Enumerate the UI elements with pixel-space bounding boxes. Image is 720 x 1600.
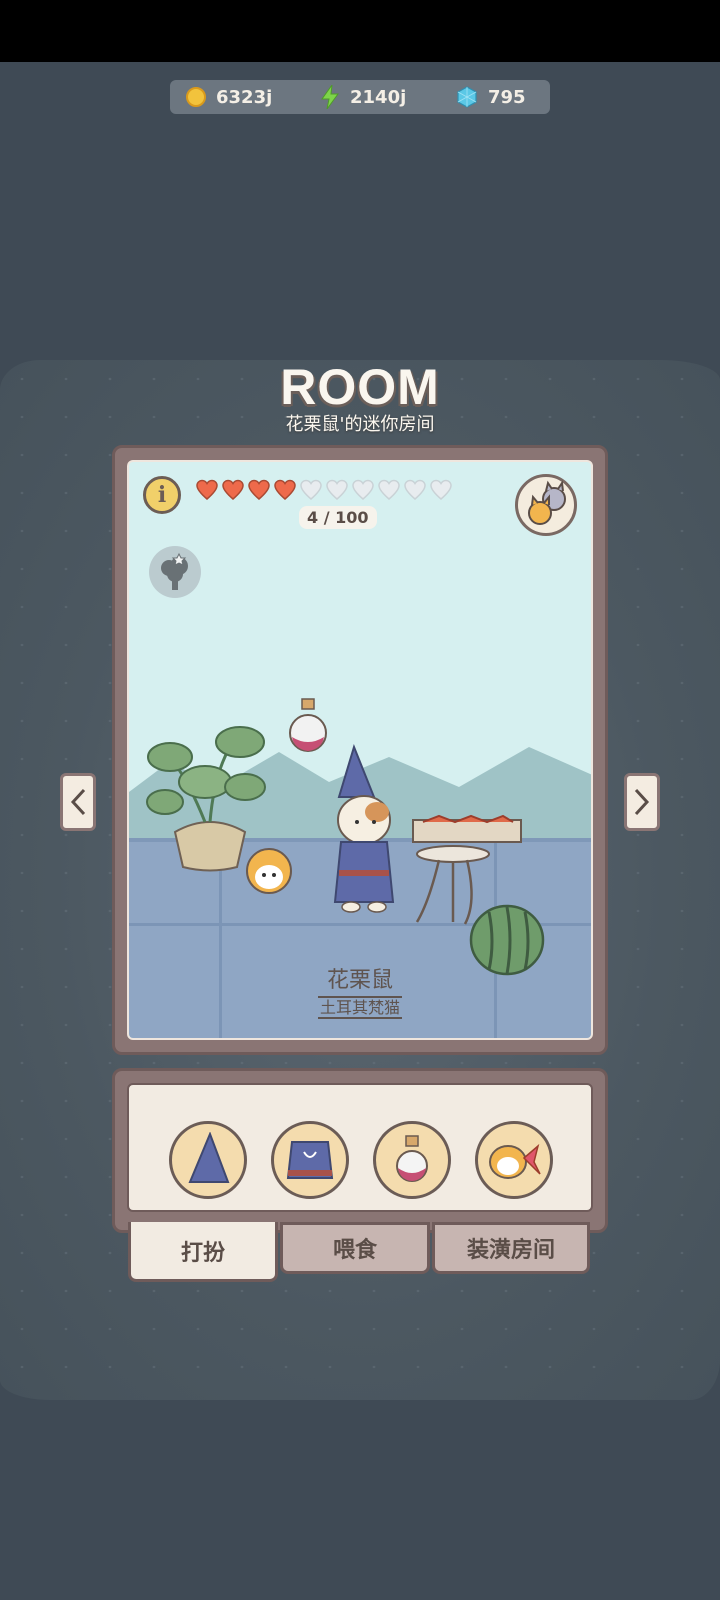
affection-hearts	[195, 478, 453, 502]
previous-room-button[interactable]	[60, 773, 96, 831]
lightning-icon	[320, 85, 340, 109]
heart-filled-icon	[196, 479, 218, 500]
pet-name: 花栗鼠	[326, 968, 393, 993]
potion-icon	[396, 1135, 428, 1182]
pet-breed: 土耳其梵猫	[129, 994, 591, 1019]
heart-empty-icon	[300, 479, 322, 500]
heart-filled-icon	[248, 479, 270, 500]
broccoli-icon	[161, 552, 188, 590]
item-wizard-hat[interactable]	[169, 1121, 247, 1199]
side-table-with-watermelon[interactable]	[409, 812, 569, 982]
item-tray	[127, 1083, 593, 1212]
coin-icon	[186, 87, 206, 107]
heart-empty-icon	[404, 479, 426, 500]
tab-feed[interactable]: 喂食	[280, 1222, 430, 1274]
next-room-button[interactable]	[624, 773, 660, 831]
tab-decorate-room[interactable]: 装潢房间	[432, 1222, 590, 1274]
switch-pet-button[interactable]	[515, 474, 577, 536]
pet-breed-text: 土耳其梵猫	[317, 996, 402, 1019]
gem-value: 795	[488, 86, 526, 108]
resource-bar: 6323j 2140j 795	[170, 80, 550, 114]
status-bar	[0, 0, 720, 62]
cats-swap-icon	[528, 480, 566, 525]
coin-value: 6323j	[216, 86, 273, 108]
heart-empty-icon	[430, 479, 452, 500]
energy-counter: 2140j	[320, 80, 406, 114]
chevron-left-icon	[70, 788, 86, 816]
energy-value: 2140j	[350, 86, 407, 108]
gem-icon	[456, 86, 478, 108]
dress-up-panel	[112, 1068, 608, 1233]
item-fish-costume[interactable]	[475, 1121, 553, 1199]
heart-filled-icon	[222, 479, 244, 500]
coin-counter: 6323j	[186, 80, 272, 114]
food-wish-bubble[interactable]	[149, 546, 201, 598]
heart-empty-icon	[326, 479, 348, 500]
pet-character[interactable]	[319, 742, 409, 922]
page-title: ROOM	[280, 359, 440, 415]
room-owner-subtitle: 花栗鼠'的迷你房间	[285, 414, 435, 435]
wizard-robe-icon	[286, 1141, 334, 1179]
affection-progress-text: 4 / 100	[299, 506, 377, 529]
room-view: i 4 / 100 花栗鼠 土耳其梵猫	[127, 460, 593, 1040]
gem-counter: 795	[456, 80, 526, 114]
room-frame: i 4 / 100 花栗鼠 土耳其梵猫	[112, 445, 608, 1055]
item-potion[interactable]	[373, 1121, 451, 1199]
heart-empty-icon	[378, 479, 400, 500]
heart-empty-icon	[352, 479, 374, 500]
wizard-hat-icon	[188, 1132, 230, 1183]
item-wizard-robe[interactable]	[271, 1121, 349, 1199]
fish-fish-icon	[489, 1143, 541, 1179]
tab-dress-up[interactable]: 打扮	[128, 1222, 278, 1282]
fish-companion[interactable]	[234, 837, 304, 907]
info-button[interactable]: i	[143, 476, 181, 514]
heart-filled-icon	[274, 479, 296, 500]
chevron-right-icon	[634, 788, 650, 816]
